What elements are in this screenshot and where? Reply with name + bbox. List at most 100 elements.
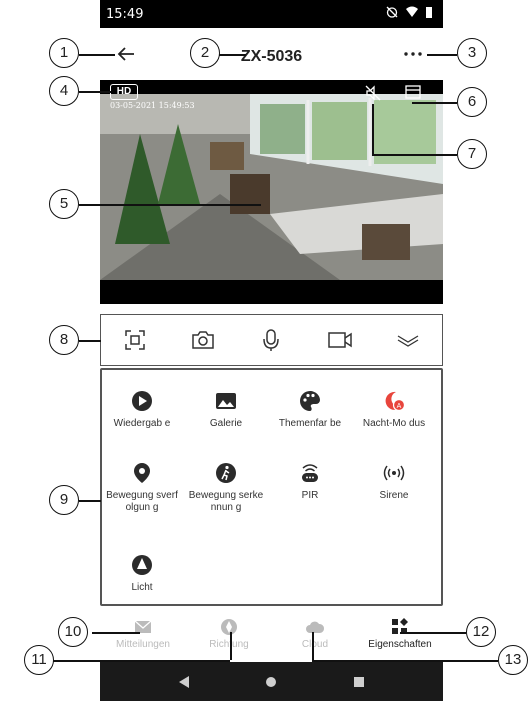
callout-leader — [312, 632, 314, 660]
control-bar — [100, 314, 443, 366]
fullscreen-button[interactable] — [117, 322, 153, 358]
grid-label: Galerie — [209, 418, 243, 429]
callout-leader — [312, 660, 498, 662]
system-back-icon[interactable] — [178, 675, 190, 689]
gallery-icon — [216, 393, 236, 409]
grid-item-night-mode[interactable]: A Nacht-Mo dus — [356, 388, 432, 430]
nav-label: Mitteilungen — [116, 639, 170, 650]
nav-label: Eigenschaften — [368, 639, 432, 650]
collapse-button[interactable] — [390, 322, 426, 358]
callout-leader — [79, 204, 261, 206]
callout-11: 11 — [24, 645, 54, 675]
callout-leader — [372, 104, 374, 154]
callout-leader — [427, 54, 457, 56]
system-recents-icon[interactable] — [353, 676, 365, 688]
callout-6: 6 — [457, 87, 487, 117]
nav-item-direction[interactable]: Richtung — [186, 618, 272, 650]
callout-leader — [92, 632, 140, 634]
grid-item-motion-detection[interactable]: Bewegung serkennun g — [188, 460, 264, 514]
callout-leader — [52, 660, 230, 662]
phone-screen: 15:49 ZX-5036 HD 03-05-2021 15:49:53 Wie… — [100, 0, 443, 701]
siren-icon — [383, 465, 405, 481]
wifi-icon — [406, 6, 418, 17]
callout-leader — [79, 54, 115, 56]
grid-item-theme-color[interactable]: Themenfar be — [272, 388, 348, 430]
alarm-off-icon — [386, 6, 398, 18]
grid-label: Bewegung sverfolgun g — [106, 490, 178, 513]
grid-label: Sirene — [379, 490, 409, 501]
nav-label: Richtung — [209, 639, 249, 650]
app-bar: ZX-5036 — [100, 28, 443, 80]
video-timestamp: 03-05-2021 15:49:53 — [110, 101, 195, 110]
snapshot-button[interactable] — [185, 322, 221, 358]
grid-item-playback[interactable]: Wiedergab e — [104, 388, 180, 430]
grid-label: PIR — [301, 490, 319, 501]
system-navigation-bar — [100, 662, 443, 701]
svg-text:A: A — [397, 403, 402, 410]
play-circle-icon — [132, 391, 152, 411]
callout-10: 10 — [58, 617, 88, 647]
microphone-icon — [263, 329, 280, 351]
callout-leader — [400, 632, 466, 634]
walking-person-icon — [216, 463, 236, 483]
chevron-down-icon — [397, 335, 419, 347]
hd-toggle-button[interactable]: HD — [110, 84, 138, 100]
speaker-mute-icon[interactable] — [364, 84, 382, 102]
nav-label: Cloud — [301, 639, 329, 650]
grid-item-motion-tracking[interactable]: Bewegung sverfolgun g — [104, 460, 180, 514]
status-bar: 15:49 — [100, 0, 443, 28]
compass-icon — [221, 619, 237, 635]
grid-label: Themenfar be — [278, 418, 342, 429]
grid-item-siren[interactable]: Sirene — [356, 460, 432, 502]
callout-leader — [79, 340, 101, 342]
grid-item-light[interactable]: Licht — [104, 552, 180, 594]
callout-13: 13 — [498, 645, 528, 675]
microphone-button[interactable] — [253, 322, 289, 358]
nav-item-cloud[interactable]: Cloud — [272, 618, 358, 650]
grid-label: Nacht-Mo dus — [362, 418, 426, 429]
callout-1: 1 — [49, 38, 79, 68]
light-icon — [132, 555, 152, 575]
callout-8: 8 — [49, 325, 79, 355]
nav-item-properties[interactable]: Eigenschaften — [357, 618, 443, 650]
callout-9: 9 — [49, 485, 79, 515]
callout-leader — [79, 500, 101, 502]
grid-label: Licht — [131, 582, 153, 593]
callout-12: 12 — [466, 617, 496, 647]
callout-2: 2 — [190, 38, 220, 68]
grid-label: Bewegung serkennun g — [188, 490, 264, 513]
fullscreen-icon — [125, 330, 145, 350]
camera-icon — [192, 331, 215, 349]
status-time: 15:49 — [106, 7, 144, 22]
bottom-navigation: Mitteilungen Richtung Cloud Eigenschafte… — [100, 612, 443, 660]
callout-4: 4 — [49, 76, 79, 106]
record-button[interactable] — [322, 322, 358, 358]
location-pin-icon — [134, 463, 150, 483]
palette-icon — [300, 391, 320, 411]
cloud-icon — [306, 621, 325, 633]
video-camera-icon — [327, 332, 352, 348]
more-options-button[interactable] — [395, 40, 431, 68]
callout-leader — [412, 102, 457, 104]
camera-feed-image — [100, 94, 443, 280]
callout-leader — [79, 91, 111, 93]
night-mode-icon: A — [385, 391, 406, 412]
pir-sensor-icon — [302, 464, 318, 482]
battery-icon — [426, 6, 432, 18]
status-icons — [385, 5, 433, 19]
nav-item-messages[interactable]: Mitteilungen — [100, 618, 186, 650]
callout-leader — [230, 632, 232, 660]
callout-leader — [372, 154, 457, 156]
picture-window-icon[interactable] — [404, 84, 422, 100]
callout-3: 3 — [457, 38, 487, 68]
callout-5: 5 — [49, 189, 79, 219]
grid-item-pir[interactable]: PIR — [272, 460, 348, 502]
callout-7: 7 — [457, 139, 487, 169]
camera-title: ZX-5036 — [240, 48, 303, 65]
system-home-icon[interactable] — [265, 676, 277, 688]
grid-item-gallery[interactable]: Galerie — [188, 388, 264, 430]
live-video-view[interactable]: HD 03-05-2021 15:49:53 — [100, 80, 443, 304]
more-dots-icon — [404, 52, 422, 56]
grid-label: Wiedergab e — [113, 418, 171, 429]
feature-grid: Wiedergab e Galerie Themenfar be A Nacht… — [100, 368, 443, 606]
